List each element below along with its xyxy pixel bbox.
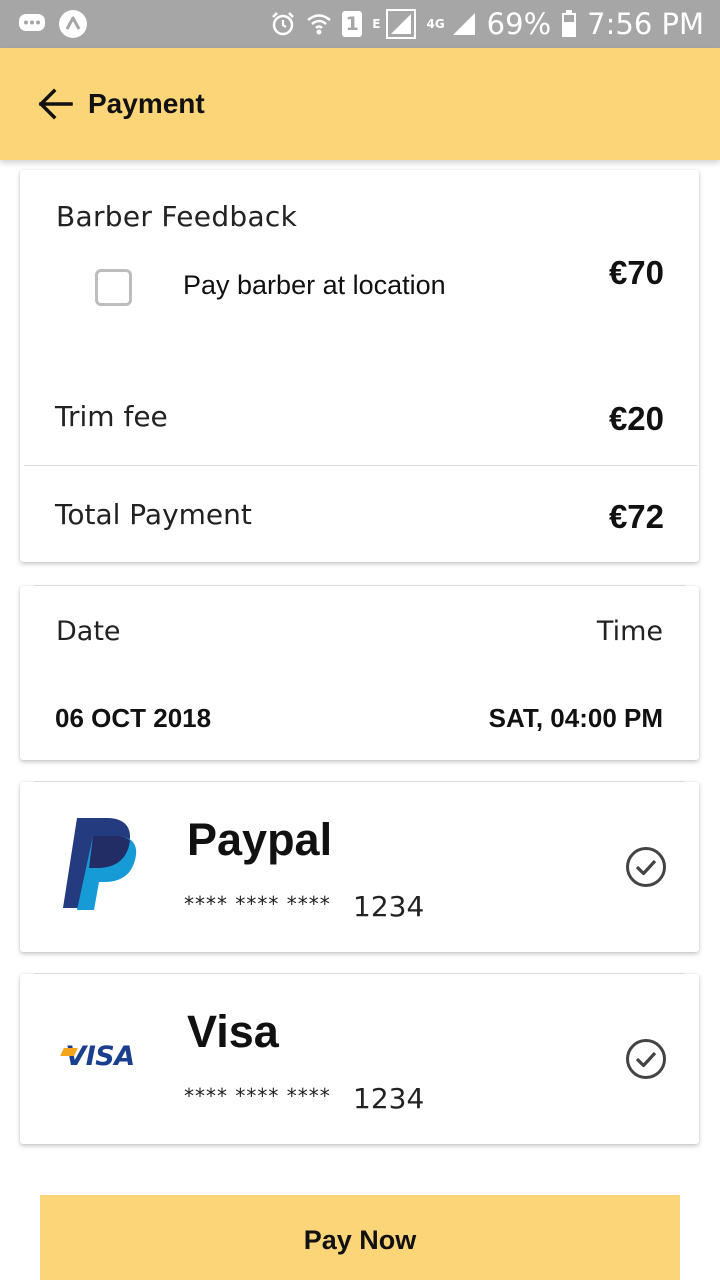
payment-method-name: Paypal bbox=[187, 814, 333, 865]
total-label: Total Payment bbox=[55, 498, 252, 531]
back-button[interactable] bbox=[35, 84, 75, 124]
date-label: Date bbox=[56, 616, 121, 647]
page-title: Payment bbox=[88, 88, 205, 119]
divider bbox=[24, 465, 697, 466]
trim-fee-label: Trim fee bbox=[55, 400, 168, 433]
card-top-line bbox=[34, 781, 685, 782]
masked-card-number: **** **** **** bbox=[184, 892, 331, 916]
signal-icon bbox=[386, 9, 417, 39]
time-label: Time bbox=[596, 616, 663, 647]
payment-method-paypal[interactable]: Paypal **** **** **** 1234 bbox=[20, 781, 699, 952]
signal-strength-icon bbox=[452, 13, 475, 35]
visa-logo-text: VISA bbox=[65, 1040, 135, 1072]
total-price: €72 bbox=[608, 498, 664, 535]
service-price: €70 bbox=[608, 254, 664, 291]
payment-method-visa[interactable]: VISA Visa **** **** **** 1234 bbox=[20, 973, 699, 1144]
battery-icon bbox=[562, 10, 577, 37]
card-top-line bbox=[34, 585, 685, 586]
card-last-digits: 1234 bbox=[353, 1082, 425, 1115]
alarm-icon bbox=[272, 12, 295, 36]
app-bar: Payment bbox=[0, 48, 720, 160]
time-value: SAT, 04:00 PM bbox=[488, 703, 663, 733]
masked-card-number: **** **** **** bbox=[184, 1084, 331, 1108]
sim-indicator: 1 bbox=[342, 11, 363, 37]
pay-at-location-checkbox[interactable] bbox=[95, 269, 132, 306]
battery-percent: 69% bbox=[486, 7, 552, 41]
summary-title: Barber Feedback bbox=[56, 200, 298, 233]
arrow-left-icon bbox=[38, 88, 73, 120]
paypal-logo-icon bbox=[58, 812, 142, 916]
clock: 7:56 PM bbox=[587, 7, 704, 41]
visa-logo-icon: VISA bbox=[58, 1004, 142, 1108]
check-circle-icon[interactable] bbox=[624, 845, 668, 889]
date-value: 06 OCT 2018 bbox=[55, 703, 212, 733]
card-top-line bbox=[34, 973, 685, 974]
pay-at-location-label[interactable]: Pay barber at location bbox=[183, 270, 446, 301]
payment-method-name: Visa bbox=[187, 1006, 279, 1057]
check-circle-icon[interactable] bbox=[624, 1037, 668, 1081]
card-last-digits: 1234 bbox=[353, 890, 425, 923]
status-bar-notifications bbox=[18, 9, 88, 39]
network-type-small: E bbox=[372, 17, 381, 31]
trim-fee-price: €20 bbox=[608, 400, 664, 437]
pay-now-button[interactable]: Pay Now bbox=[40, 1195, 680, 1280]
message-icon bbox=[19, 14, 45, 31]
schedule-card: Date Time 06 OCT 2018 SAT, 04:00 PM bbox=[20, 585, 699, 760]
price-summary-card: Barber Feedback Pay barber at location €… bbox=[20, 170, 699, 562]
status-bar: 1 E 4G 69% 7:56 PM bbox=[0, 0, 720, 48]
status-bar-indicators: 1 E 4G 69% 7:56 PM bbox=[270, 7, 704, 41]
network-type: 4G bbox=[426, 17, 445, 31]
wifi-icon bbox=[307, 14, 332, 35]
app-notification-icon bbox=[59, 10, 87, 38]
